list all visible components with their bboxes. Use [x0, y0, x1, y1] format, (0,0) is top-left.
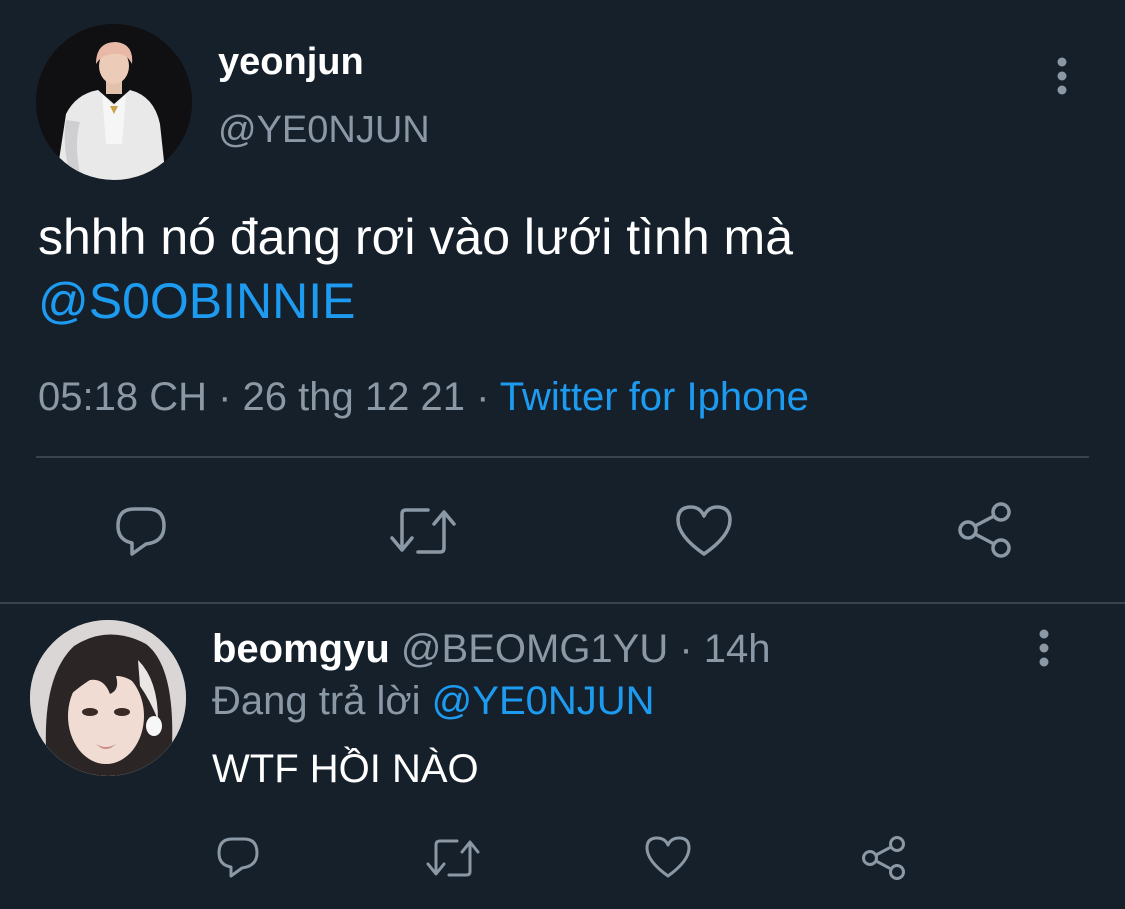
user-handle[interactable]: @BEOMG1YU: [401, 627, 668, 671]
reply-text: WTF HỒI NÀO: [212, 747, 479, 791]
retweet-icon[interactable]: [388, 504, 458, 558]
divider: [36, 456, 1089, 458]
heart-icon[interactable]: [674, 502, 734, 560]
reply-icon[interactable]: [112, 502, 170, 560]
tweet-time: 14h: [703, 627, 771, 671]
more-vertical-icon[interactable]: [1046, 54, 1078, 98]
share-icon[interactable]: [860, 834, 908, 882]
reply-header: beomgyu @BEOMG1YU · 14h: [212, 624, 771, 674]
more-vertical-icon[interactable]: [1028, 626, 1060, 670]
display-name[interactable]: beomgyu: [212, 627, 390, 671]
retweet-icon[interactable]: [424, 836, 482, 880]
heart-icon[interactable]: [644, 834, 692, 880]
user-handle[interactable]: @YE0NJUN: [218, 108, 430, 152]
tweet-date: 26 thg 12 21: [242, 375, 465, 419]
avatar[interactable]: [36, 24, 192, 180]
avatar[interactable]: [30, 620, 186, 776]
profile-photo: [30, 620, 186, 776]
replying-to: Đang trả lời @YE0NJUN: [212, 676, 655, 726]
tweet-text: shhh nó đang rơi vào lưới tình mà: [38, 209, 794, 265]
tweet-meta: 05:18 CH · 26 thg 12 21 · Twitter for Ip…: [38, 372, 809, 422]
mention-link[interactable]: @YE0NJUN: [432, 679, 655, 723]
reply-icon[interactable]: [214, 834, 262, 880]
mention-link[interactable]: @S0OBINNIE: [38, 272, 356, 330]
divider: [0, 602, 1125, 604]
meta-separator: ·: [464, 375, 500, 419]
meta-separator: ·: [206, 375, 243, 419]
tweet-time: 05:18 CH: [38, 375, 207, 419]
tweet-source-link[interactable]: Twitter for Iphone: [500, 375, 809, 419]
replying-to-label: Đang trả lời: [212, 679, 421, 723]
meta-separator: ·: [668, 627, 704, 671]
share-icon[interactable]: [956, 500, 1014, 560]
display-name[interactable]: yeonjun: [218, 40, 364, 84]
profile-photo: [36, 24, 192, 180]
